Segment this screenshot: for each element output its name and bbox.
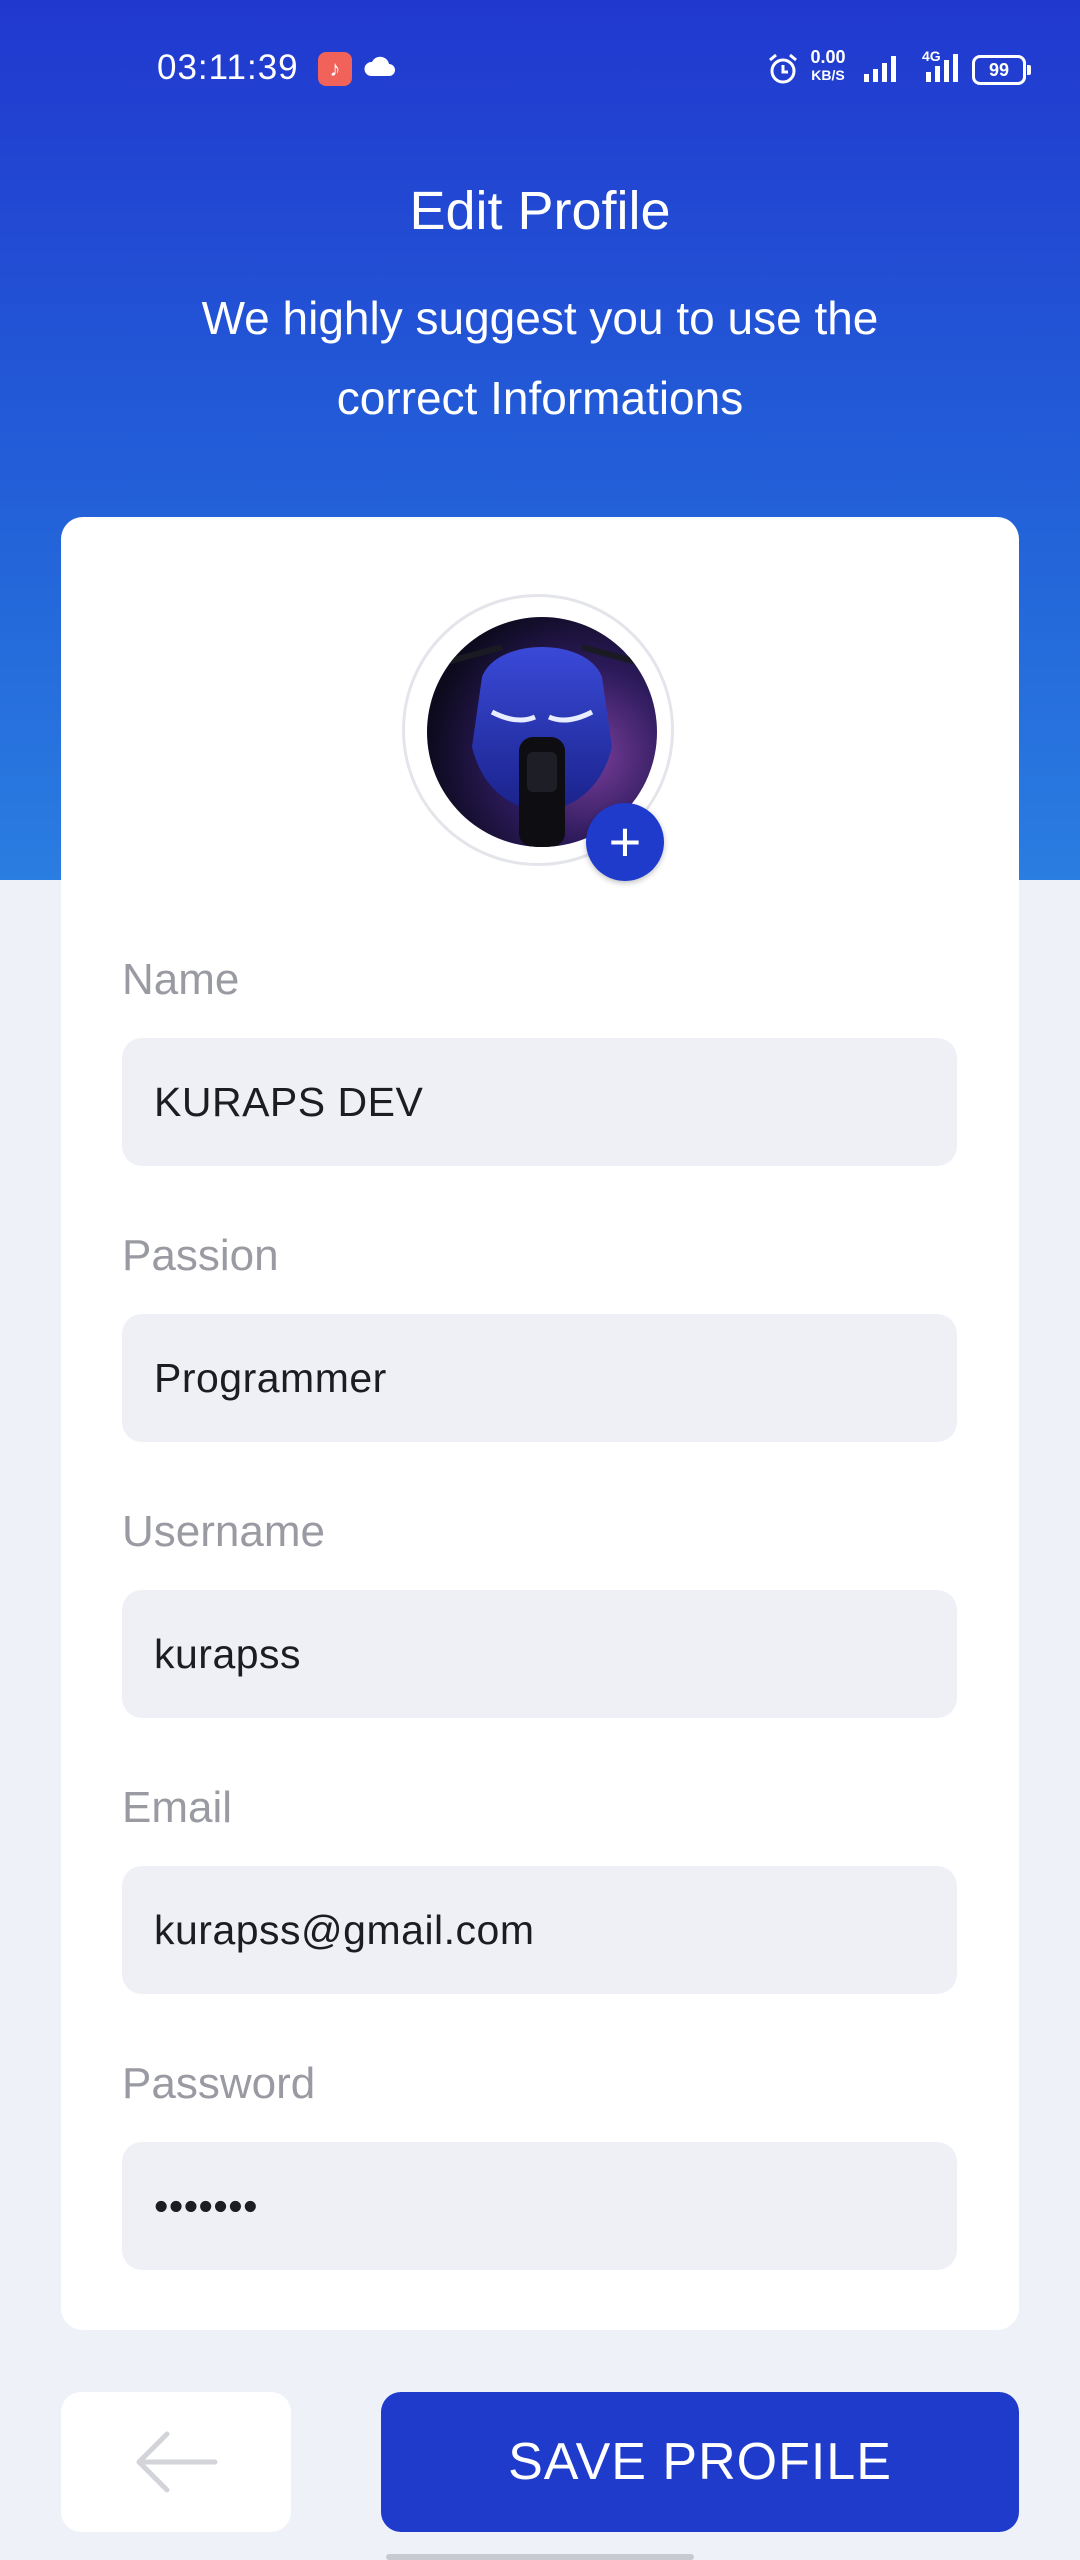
network-speed: 0.00 KB/S xyxy=(805,48,851,84)
network-speed-value: 0.00 xyxy=(810,47,846,67)
alarm-icon xyxy=(769,53,797,84)
passion-field[interactable]: Programmer xyxy=(122,1314,957,1442)
password-label: Password xyxy=(122,2059,316,2108)
passion-value: Programmer xyxy=(154,1355,387,1401)
page-title: Edit Profile xyxy=(409,181,671,241)
password-value: ••••••• xyxy=(154,2183,258,2229)
home-indicator xyxy=(386,2554,694,2560)
name-label: Name xyxy=(122,955,240,1004)
username-label: Username xyxy=(122,1507,325,1556)
email-field[interactable]: kurapss@gmail.com xyxy=(122,1866,957,1994)
cloud-icon xyxy=(364,56,395,76)
back-button[interactable] xyxy=(61,2392,291,2532)
add-photo-button[interactable]: + xyxy=(586,803,664,881)
status-bar: 03:11:39 ♪ 0.00 KB/S 4G 99 xyxy=(0,0,1080,140)
battery-icon: 99 xyxy=(972,55,1031,85)
save-profile-button[interactable]: SAVE PROFILE xyxy=(381,2392,1019,2532)
passion-label: Passion xyxy=(122,1231,279,1280)
username-value: kurapss xyxy=(154,1631,302,1677)
email-label: Email xyxy=(122,1783,233,1832)
status-time: 03:11:39 xyxy=(157,48,299,87)
page-subtitle: We highly suggest you to use the correct… xyxy=(201,292,879,424)
email-value: kurapss@gmail.com xyxy=(154,1907,535,1953)
signal-icon xyxy=(864,56,896,82)
plus-icon: + xyxy=(608,810,642,873)
name-value: KURAPS DEV xyxy=(154,1079,424,1125)
username-field[interactable]: kurapss xyxy=(122,1590,957,1718)
network-speed-unit: KB/S xyxy=(811,67,845,83)
password-field[interactable]: ••••••• xyxy=(122,2142,957,2270)
arrow-left-icon xyxy=(136,2431,218,2493)
music-notification-icon: ♪ xyxy=(318,52,352,86)
signal-4g-icon xyxy=(926,54,958,82)
name-field[interactable]: KURAPS DEV xyxy=(122,1038,957,1166)
